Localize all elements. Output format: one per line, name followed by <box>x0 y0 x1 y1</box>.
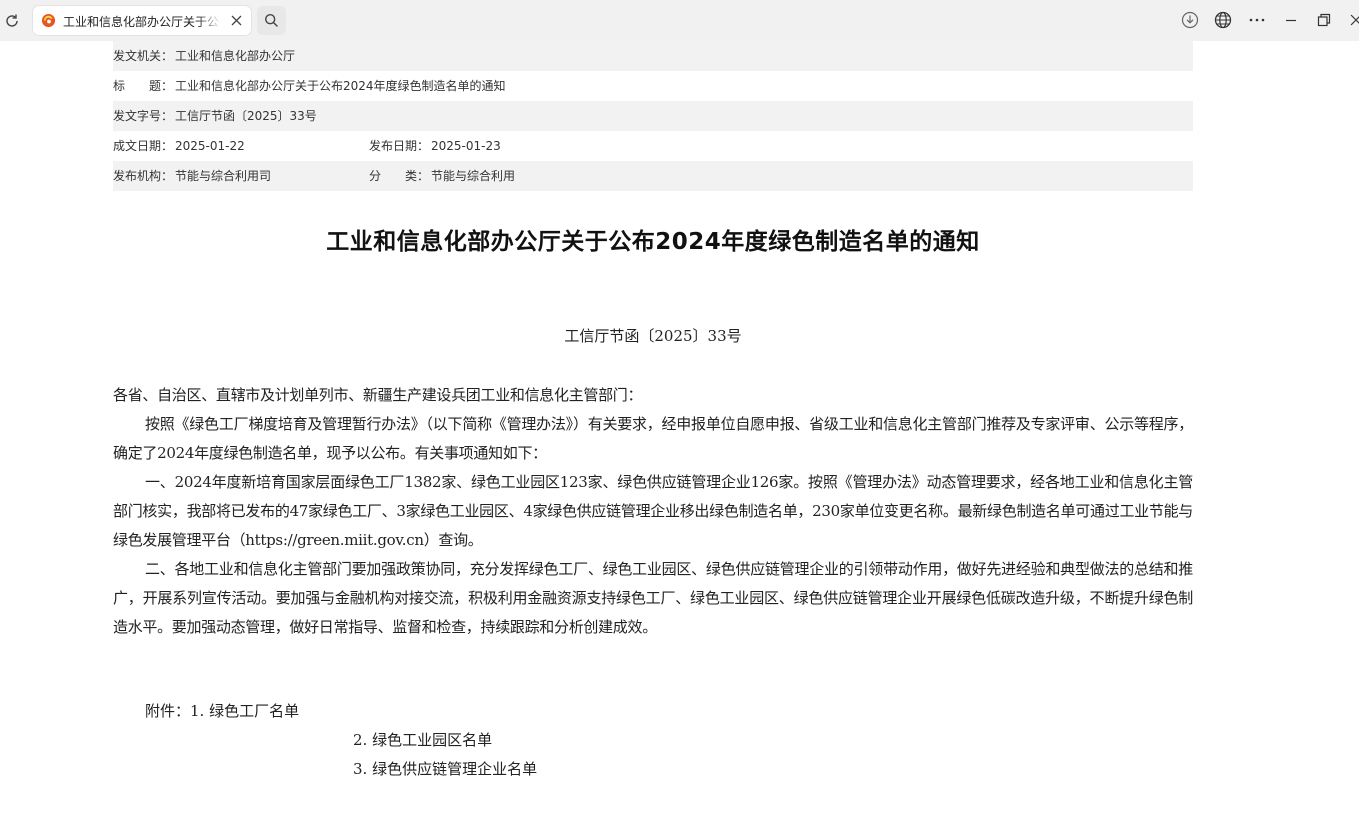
meta-row-doc-no: 发文字号： 工信厅节函〔2025〕33号 <box>113 101 1193 131</box>
download-icon[interactable] <box>1181 11 1199 29</box>
close-window-icon[interactable] <box>1347 11 1359 29</box>
paragraph: 二、各地工业和信息化主管部门要加强政策协同，充分发挥绿色工厂、绿色工业园区、绿色… <box>113 560 1193 636</box>
meta-label: 发布日期： <box>369 139 430 153</box>
document-title: 工业和信息化部办公厅关于公布2024年度绿色制造名单的通知 <box>326 229 980 255</box>
meta-label: 标 题： <box>113 79 174 93</box>
meta-value: 2025-01-22 <box>175 139 245 153</box>
tab-title: 工业和信息化部办公厅关于公布2024年度绿色制造名单的通知 <box>63 15 221 29</box>
refresh-icon[interactable] <box>3 12 21 30</box>
minimize-icon[interactable] <box>1282 11 1300 29</box>
meta-value: 工业和信息化部办公厅 <box>175 49 296 63</box>
document-number: 工信厅节函〔2025〕33号 <box>564 327 742 345</box>
paragraph: 按照《绿色工厂梯度培育及管理暂行办法》（以下简称《管理办法》）有关要求，经申报单… <box>113 415 1193 462</box>
browser-tab[interactable]: 工业和信息化部办公厅关于公布2024年度绿色制造名单的通知 <box>33 6 251 35</box>
document-body: 各省、自治区、直辖市及计划单列市、新疆生产建设兵团工业和信息化主管部门： 按照《… <box>113 381 1193 642</box>
attachment-item: 3. 绿色供应链管理企业名单 <box>353 760 538 778</box>
attachment-line: 附件：1. 绿色工厂名单 <box>145 700 299 721</box>
tab-search-button[interactable] <box>257 6 286 35</box>
meta-value: 节能与综合利用 <box>431 169 516 183</box>
meta-label: 成文日期： <box>113 139 174 153</box>
meta-row-issuer: 发文机关： 工业和信息化部办公厅 <box>113 41 1193 71</box>
attachment-item: 1. 绿色工厂名单 <box>190 702 300 720</box>
meta-row-org: 发布机构： 节能与综合利用司 分 类： 节能与综合利用 <box>113 161 1193 191</box>
meta-value: 工业和信息化部办公厅关于公布2024年度绿色制造名单的通知 <box>175 79 506 93</box>
paragraph: 一、2024年度新培育国家层面绿色工厂1382家、绿色工业园区123家、绿色供应… <box>113 473 1193 549</box>
meta-value: 节能与综合利用司 <box>175 169 272 183</box>
attachments-label: 附件： <box>145 702 191 720</box>
meta-row-dates: 成文日期： 2025-01-22 发布日期： 2025-01-23 <box>113 131 1193 161</box>
meta-value: 工信厅节函〔2025〕33号 <box>175 109 317 123</box>
meta-label: 发文字号： <box>113 109 174 123</box>
favicon-icon <box>41 13 56 28</box>
globe-icon[interactable] <box>1214 11 1232 29</box>
meta-label: 分 类： <box>369 169 430 183</box>
browser-toolbar: 工业和信息化部办公厅关于公布2024年度绿色制造名单的通知 <box>0 0 1359 41</box>
attachment-item: 2. 绿色工业园区名单 <box>353 731 493 749</box>
meta-row-title: 标 题： 工业和信息化部办公厅关于公布2024年度绿色制造名单的通知 <box>113 71 1193 101</box>
meta-value: 2025-01-23 <box>431 139 501 153</box>
salutation: 各省、自治区、直辖市及计划单列市、新疆生产建设兵团工业和信息化主管部门： <box>113 386 643 404</box>
meta-label: 发布机构： <box>113 169 174 183</box>
search-icon <box>264 13 278 27</box>
meta-label: 发文机关： <box>113 49 174 63</box>
close-icon[interactable] <box>230 14 243 27</box>
restore-icon[interactable] <box>1315 11 1333 29</box>
more-icon[interactable] <box>1248 11 1266 29</box>
document-metadata: 发文机关： 工业和信息化部办公厅 标 题： 工业和信息化部办公厅关于公布2024… <box>113 41 1193 191</box>
